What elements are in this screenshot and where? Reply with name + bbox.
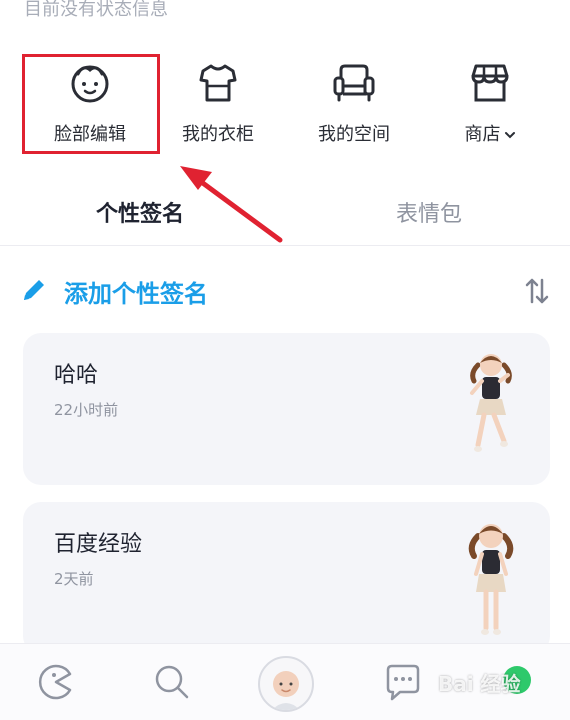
pencil-icon [24, 280, 44, 300]
add-signature-label: 添加个性签名 [64, 280, 208, 308]
chevron-down-icon [504, 132, 515, 139]
feature-label-my-space: 我的空间 [318, 124, 390, 145]
sort-icon[interactable] [524, 276, 550, 306]
avatar-figure-image [470, 354, 512, 452]
my-space-button[interactable]: 我的空间 [286, 52, 422, 152]
card-time: 2天前 [54, 570, 94, 588]
face-edit-button[interactable]: 脸部编辑 [22, 52, 158, 152]
sofa-icon [333, 64, 375, 102]
status-text: 目前没有状态信息 [24, 0, 168, 20]
chat-icon[interactable] [382, 662, 422, 702]
signature-card[interactable]: 哈哈 22小时前 [23, 333, 550, 485]
feature-label-store: 商店 [422, 120, 558, 146]
pacman-icon[interactable] [36, 662, 76, 702]
tab-stickers[interactable]: 表情包 [396, 196, 462, 228]
shirt-icon [199, 64, 237, 102]
feature-label-face-edit: 脸部编辑 [54, 124, 126, 145]
avatar-figure-image [468, 524, 514, 635]
store-button[interactable]: 商店 [422, 52, 558, 152]
signature-card[interactable]: 百度经验 2天前 [23, 502, 550, 654]
feature-row: 脸部编辑 我的衣柜 我的空间 商店 [0, 52, 570, 162]
bottom-nav [0, 643, 570, 720]
tab-bar: 个性签名 表情包 [0, 186, 570, 246]
store-label-text: 商店 [464, 124, 501, 145]
card-title: 哈哈 [54, 363, 99, 388]
face-icon [71, 65, 109, 103]
avatar-face-image [272, 671, 300, 710]
store-icon [471, 64, 509, 102]
search-icon[interactable] [152, 662, 192, 702]
feature-label-wardrobe: 我的衣柜 [182, 124, 254, 145]
card-time: 22小时前 [54, 401, 119, 419]
avatar[interactable] [258, 656, 314, 712]
tab-signature[interactable]: 个性签名 [96, 196, 184, 228]
notification-dot[interactable] [503, 666, 531, 694]
wardrobe-button[interactable]: 我的衣柜 [150, 52, 286, 152]
card-title: 百度经验 [54, 532, 143, 557]
